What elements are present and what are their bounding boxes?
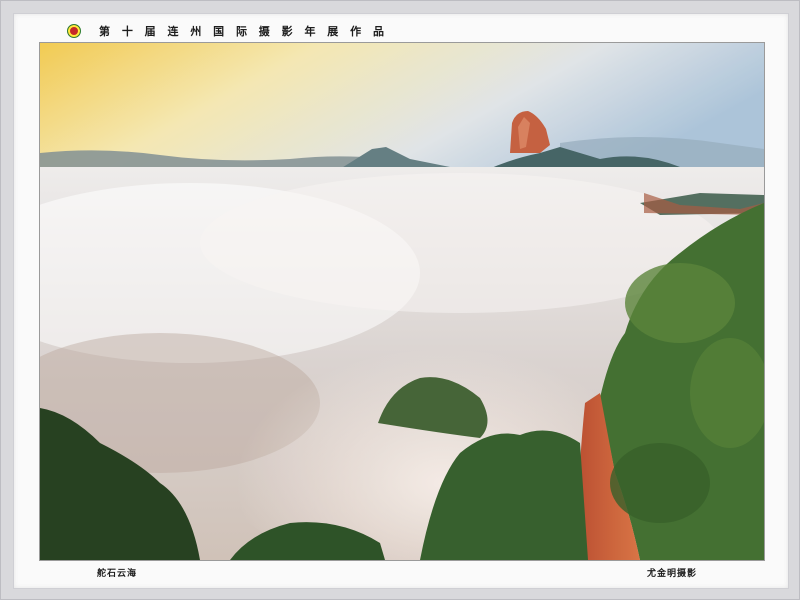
photo-credit: 尤金明摄影 bbox=[646, 569, 697, 579]
exhibition-header: 第 十 届 连 州 国 际 摄 影 年 展 作 品 bbox=[67, 21, 388, 41]
photo-illustration bbox=[40, 43, 764, 560]
landscape-photo bbox=[39, 42, 765, 561]
photo-caption: 舵石云海 bbox=[97, 569, 138, 579]
festival-logo-icon bbox=[67, 24, 81, 38]
picture-frame: 第 十 届 连 州 国 际 摄 影 年 展 作 品 舵石云海 尤金明摄影 bbox=[0, 0, 800, 600]
exhibition-title: 第 十 届 连 州 国 际 摄 影 年 展 作 品 bbox=[99, 25, 388, 38]
